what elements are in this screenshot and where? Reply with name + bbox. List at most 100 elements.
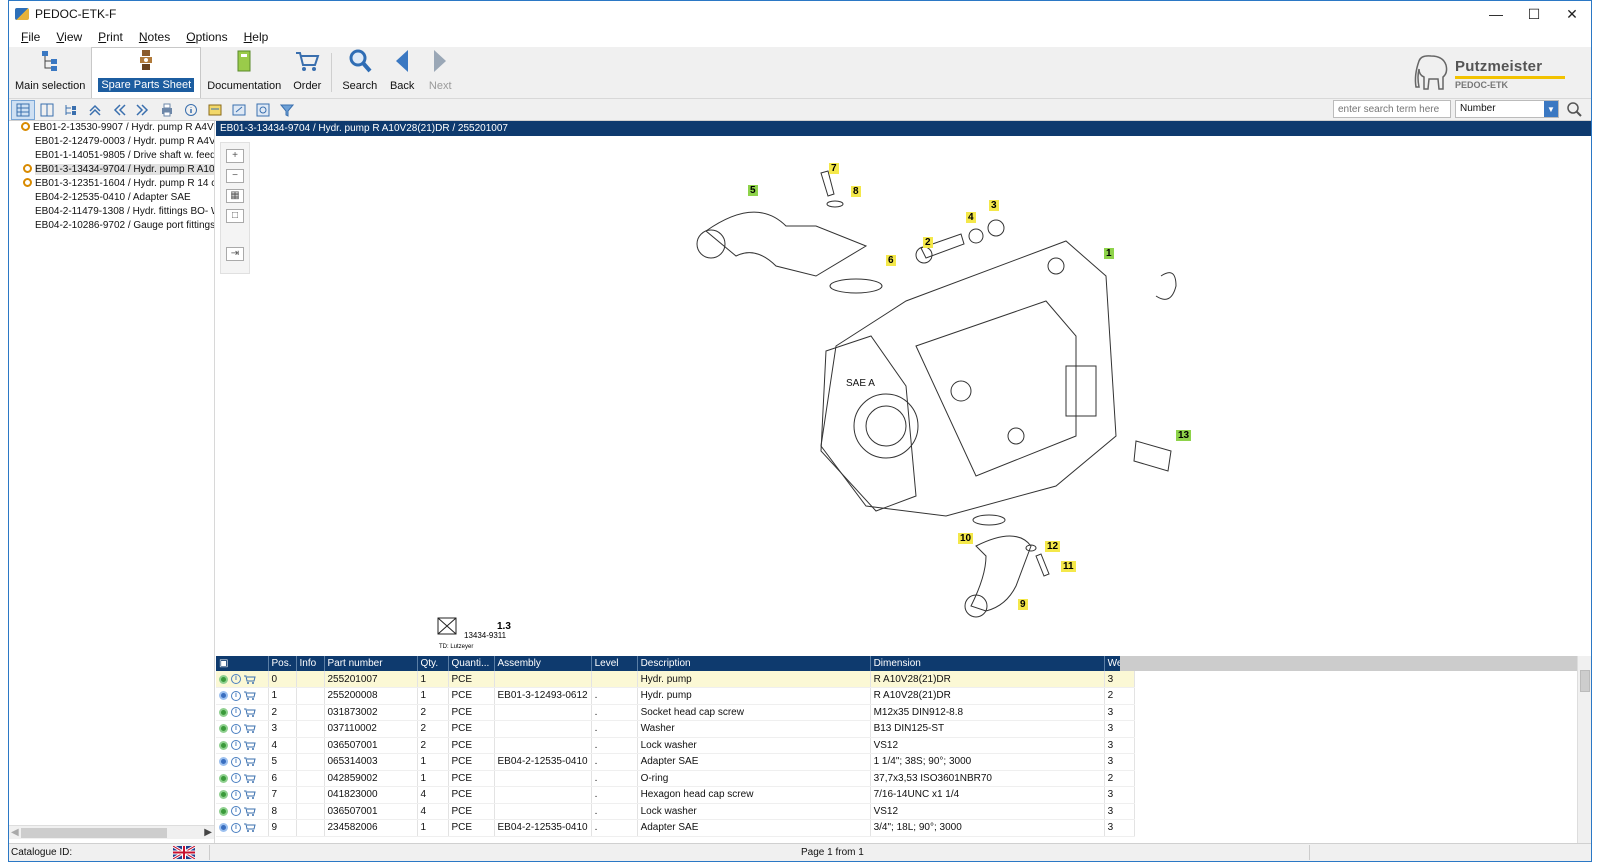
add-to-cart-icon[interactable] [244,790,256,800]
position-label[interactable]: 3 [989,200,999,211]
column-header-tools[interactable]: ▣ [216,656,269,671]
tree-item[interactable]: EB01-3-12351-1604 / Hydr. pump R 14 cm [9,177,214,191]
column-header[interactable]: Part number [324,656,418,671]
table-row[interactable]: i 9 234582006 1 PCE EB04-2-12535-0410. Adapter… [216,819,1135,837]
info-icon[interactable]: i [231,723,241,734]
main-selection-button[interactable]: Main selection [9,47,91,98]
scroll-thumb[interactable] [1580,670,1590,692]
split-view-icon[interactable] [35,100,59,120]
search-button[interactable]: Search [336,47,383,98]
menu-notes[interactable]: Notes [131,30,178,44]
info-icon[interactable]: i [231,740,241,751]
order-button[interactable]: Order [287,47,327,98]
column-header[interactable]: Description [637,656,871,671]
column-header[interactable]: Level [591,656,638,671]
next-page-icon[interactable] [131,100,155,120]
tree-item[interactable]: EB04-2-12535-0410 / Adapter SAE [9,191,214,205]
add-to-cart-icon[interactable] [244,724,256,734]
column-header[interactable]: Qty. [417,656,449,671]
add-to-cart-icon[interactable] [244,807,256,816]
table-row[interactable]: i 4 036507001 2 PCE. Lock washer VS12 3 [216,737,1135,754]
menu-file[interactable]: File [13,30,48,44]
info-icon[interactable]: i [231,674,241,684]
refresh-icon[interactable] [251,100,275,120]
position-label[interactable]: 5 [748,185,758,196]
menu-help[interactable]: Help [236,30,277,44]
search-mode-select[interactable]: Number ▼ [1455,100,1559,118]
part-detail-icon[interactable] [219,707,228,717]
next-button[interactable]: Next [421,47,459,98]
table-row[interactable]: i 7 041823000 4 PCE. Hexagon head cap screw 7/… [216,786,1135,804]
tree-horizontal-scrollbar[interactable]: ◀ ▶ [9,825,214,839]
documentation-button[interactable]: Documentation [201,47,287,98]
expand-icon[interactable] [21,122,30,131]
scroll-left-icon[interactable]: ◀ [11,827,19,838]
search-go-icon[interactable] [1565,100,1583,118]
menu-options[interactable]: Options [178,30,235,44]
info-icon[interactable]: i [231,822,241,833]
export-icon[interactable] [227,100,251,120]
info-icon[interactable]: i [231,756,241,767]
table-row[interactable]: i 1 255200008 1 PCE EB01-3-12493-0612. Hydr. p… [216,687,1135,705]
part-detail-icon[interactable] [219,757,228,767]
position-label[interactable]: 7 [829,163,839,174]
part-detail-icon[interactable] [219,724,228,734]
table-row[interactable]: i 3 037110002 2 PCE. Washer B13 DIN125-ST 3 [216,720,1135,738]
add-to-cart-icon[interactable] [244,675,256,684]
part-detail-icon[interactable] [219,823,228,833]
tree-item[interactable]: EB01-2-12479-0003 / Hydr. pump R A4VG [9,135,214,149]
menu-view[interactable]: View [48,30,90,44]
column-header[interactable]: Assembly [494,656,592,671]
table-row[interactable]: i 5 065314003 1 PCE EB04-2-12535-0410. Adapter… [216,753,1135,771]
position-label[interactable]: 11 [1061,561,1076,572]
info-icon[interactable]: i [231,789,241,800]
part-detail-icon[interactable] [219,674,228,684]
level-up-icon[interactable] [83,100,107,120]
position-label[interactable]: 9 [1018,599,1028,610]
list-view-icon[interactable] [11,99,35,120]
position-label[interactable]: 10 [958,533,974,544]
position-label[interactable]: 4 [966,212,976,223]
table-vertical-scrollbar[interactable] [1577,656,1591,843]
info-icon[interactable]: i [231,707,241,718]
chevron-down-icon[interactable]: ▼ [1544,101,1558,117]
tree-item[interactable]: EB01-1-14051-9805 / Drive shaft w. feed. [9,149,214,163]
expand-icon[interactable] [23,178,32,187]
previous-icon[interactable] [107,100,131,120]
table-row[interactable]: i 2 031873002 2 PCE. Socket head cap screw M12… [216,704,1135,721]
position-label[interactable]: 13 [1176,430,1192,441]
add-to-cart-icon[interactable] [244,757,256,767]
zoom-fit-icon[interactable] [203,100,227,120]
column-header[interactable]: Dimension [870,656,1105,671]
info-icon[interactable]: i [231,690,241,701]
position-label[interactable]: 2 [923,237,933,248]
tree-item[interactable]: EB04-2-11479-1308 / Hydr. fittings BO- W [9,205,214,219]
add-to-cart-icon[interactable] [244,774,256,783]
spare-parts-sheet-button[interactable]: Spare Parts Sheet [91,47,202,98]
info-icon[interactable]: i [231,806,241,817]
part-detail-icon[interactable] [219,790,228,800]
expand-icon[interactable] [23,164,32,173]
filter-icon[interactable] [275,100,299,120]
add-to-cart-icon[interactable] [244,823,256,833]
part-detail-icon[interactable] [219,740,228,750]
table-row[interactable]: i 8 036507001 4 PCE. Lock washer VS12 3 [216,803,1135,820]
part-detail-icon[interactable] [219,773,228,783]
add-to-cart-icon[interactable] [244,741,256,750]
menu-print[interactable]: Print [90,30,131,44]
table-row[interactable]: i 6 042859002 1 PCE. O-ring 37,7x3,53 ISO3601N… [216,770,1135,787]
minimize-icon[interactable]: — [1477,1,1515,27]
column-header[interactable]: Quanti... [448,656,495,671]
maximize-icon[interactable]: ☐ [1515,1,1553,27]
column-header[interactable]: Info [296,656,325,671]
uk-flag-icon[interactable] [173,846,195,859]
add-to-cart-icon[interactable] [244,691,256,701]
expand-tree-icon[interactable] [59,100,83,120]
tree-item[interactable]: EB04-2-10286-9702 / Gauge port fittings [9,219,214,233]
print-icon[interactable] [155,100,179,120]
position-label[interactable]: 1 [1104,248,1114,259]
info-icon[interactable] [179,100,203,120]
part-detail-icon[interactable] [219,806,228,816]
position-label[interactable]: 6 [886,255,896,266]
scroll-right-icon[interactable]: ▶ [204,827,212,838]
